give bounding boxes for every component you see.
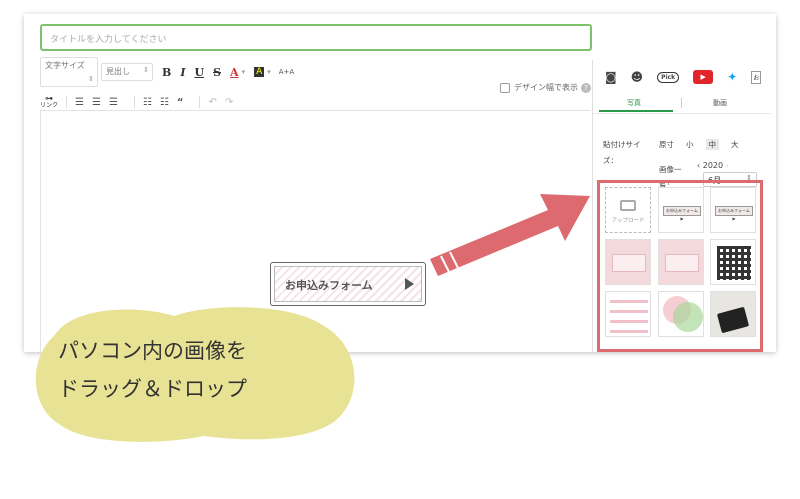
emoji-icon[interactable]: ☻ — [631, 70, 644, 84]
media-source-icons: ◙ ☻ Pick ▶ ✦ お — [605, 70, 775, 84]
size-original[interactable]: 原寸 — [659, 139, 674, 150]
link-button[interactable]: ⊶ リンク — [40, 94, 59, 110]
qr-code-icon — [717, 246, 751, 280]
highlight-button[interactable]: A — [254, 67, 265, 77]
year-nav: ‹ 2020 › — [697, 161, 729, 170]
image-thumbnail-qr[interactable] — [710, 239, 756, 285]
size-small[interactable]: 小 — [686, 139, 694, 150]
link-icon: ⊶ — [45, 94, 53, 103]
size-medium[interactable]: 中 — [705, 139, 719, 150]
help-icon[interactable]: ? — [581, 82, 591, 93]
align-left-icon[interactable]: ☰ — [75, 97, 84, 108]
upload-label: アップロード — [611, 218, 645, 224]
next-year-icon[interactable]: › — [726, 161, 729, 170]
italic-button[interactable]: I — [180, 66, 185, 79]
text-color-dropdown-icon[interactable]: ▾ — [242, 68, 246, 76]
paste-size-options: 原寸 小 中 大 — [659, 139, 751, 150]
drag-preview-label: お申込みフォーム — [285, 279, 373, 292]
paste-size-label: 貼付けサイズ： — [603, 140, 641, 165]
play-triangle-icon — [405, 278, 414, 290]
tab-video[interactable]: 動画 — [713, 98, 727, 108]
format-toolbar: 文字サイズ ⇕ 見出し ⇕ B I U S A ▾ A ▾ A+A — [40, 57, 294, 87]
quote-icon[interactable]: “ — [177, 97, 184, 108]
select-arrows-icon: ⇕ — [88, 75, 94, 83]
media-tabs: 写真 動画 — [593, 96, 771, 114]
youtube-icon[interactable]: ▶ — [693, 70, 714, 84]
image-gallery: アップロード お申込みフォーム ▶ お申込みフォーム ▶ — [597, 180, 763, 352]
thumb-graphic — [610, 310, 648, 313]
prev-year-icon[interactable]: ‹ — [697, 161, 700, 170]
font-size-select[interactable]: 文字サイズ ⇕ — [40, 57, 98, 87]
toolbar-divider — [133, 96, 135, 108]
more-icon[interactable]: お — [751, 70, 762, 84]
thumb-graphic — [610, 300, 648, 303]
bubble-line: ドラッグ＆ドロップ — [58, 377, 247, 401]
toolbar-divider — [66, 96, 68, 108]
twitter-icon[interactable]: ✦ — [727, 70, 737, 84]
image-upload-icon — [620, 200, 636, 211]
strikethrough-button[interactable]: S — [213, 66, 221, 79]
font-size-label: 文字サイズ — [45, 61, 85, 70]
tab-photo[interactable]: 写真 — [627, 98, 641, 108]
thumb-graphic — [612, 254, 646, 272]
image-thumbnail[interactable]: お申込みフォーム ▶ — [658, 187, 704, 233]
upload-dropzone[interactable]: アップロード — [605, 187, 651, 233]
text-color-button[interactable]: A — [230, 66, 239, 79]
pick-icon[interactable]: Pick — [657, 71, 680, 83]
tab-divider — [681, 98, 682, 108]
bubble-text: パソコン内の画像を ドラッグ＆ドロップ — [58, 332, 328, 408]
format-toolbar-row2: ⊶ リンク ☰ ☰ ☰ ☷ ☷ “ ↶ ↷ — [40, 94, 241, 110]
bullet-list-icon[interactable]: ☷ — [143, 97, 152, 108]
align-right-icon[interactable]: ☰ — [109, 97, 118, 108]
thumb-graphic — [673, 302, 703, 332]
image-thumbnail[interactable] — [605, 239, 651, 285]
thumb-button-text: お申込みフォーム ▶ — [663, 206, 701, 221]
align-center-icon[interactable]: ☰ — [92, 97, 101, 108]
design-width-label: デザイン幅で表示 — [514, 83, 578, 92]
heading-select[interactable]: 見出し ⇕ — [101, 63, 153, 81]
image-thumbnail[interactable] — [658, 291, 704, 337]
image-thumbnail[interactable] — [658, 239, 704, 285]
thumb-graphic — [610, 320, 648, 323]
heading-label: 見出し — [106, 67, 130, 76]
bold-button[interactable]: B — [162, 66, 171, 79]
toolbar-divider — [199, 96, 201, 108]
title-input[interactable]: タイトルを入力してください — [40, 24, 592, 51]
tablet-photo-graphic — [716, 306, 750, 334]
design-width-toggle[interactable]: デザイン幅で表示 ? — [500, 82, 591, 93]
link-label: リンク — [40, 102, 59, 109]
thumb-button-text: お申込みフォーム ▶ — [715, 206, 753, 221]
image-thumbnail[interactable] — [605, 291, 651, 337]
undo-icon[interactable]: ↶ — [208, 97, 216, 108]
highlight-dropdown-icon[interactable]: ▾ — [267, 68, 271, 76]
bubble-line: パソコン内の画像を — [58, 339, 247, 363]
select-arrows-icon: ⇕ — [143, 66, 149, 74]
size-large[interactable]: 大 — [731, 139, 739, 150]
underline-button[interactable]: U — [194, 66, 204, 79]
active-tab-indicator — [599, 110, 673, 112]
design-width-checkbox[interactable] — [500, 82, 510, 93]
resize-text-button[interactable]: A+A — [279, 68, 294, 76]
camera-icon[interactable]: ◙ — [605, 70, 617, 84]
image-thumbnail-photo[interactable] — [710, 291, 756, 337]
numbered-list-icon[interactable]: ☷ — [160, 97, 169, 108]
thumb-graphic — [665, 254, 699, 272]
year-value: 2020 — [702, 161, 724, 170]
thumb-graphic — [610, 330, 648, 333]
image-thumbnail[interactable]: お申込みフォーム ▶ — [710, 187, 756, 233]
redo-icon[interactable]: ↷ — [225, 97, 233, 108]
